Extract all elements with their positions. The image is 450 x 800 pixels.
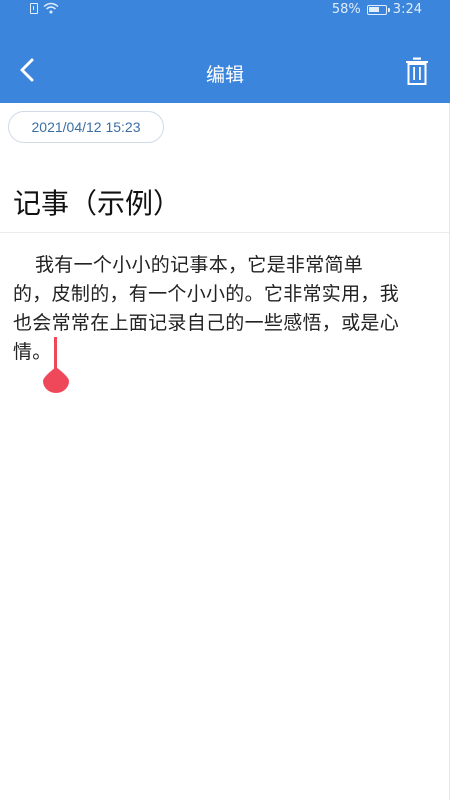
- battery-percent: 58%: [331, 2, 361, 17]
- status-left: [30, 2, 59, 14]
- note-body[interactable]: 我有一个小小的记事本，它是非常简单 的，皮制的，有一个小小的。它非常实用，我 也…: [13, 251, 443, 367]
- battery-charging-icon: [366, 5, 390, 15]
- date-chip[interactable]: 2021/04/12 15:23: [8, 111, 164, 143]
- body-line: 也会常常在上面记录自己的一些感悟，或是心: [13, 312, 400, 334]
- status-right: 58% 3:24: [332, 0, 422, 20]
- trash-icon: [406, 57, 428, 85]
- delete-button[interactable]: [404, 56, 430, 86]
- sim-card-alert-icon: [30, 2, 38, 14]
- divider: [0, 232, 450, 233]
- wifi-icon: [43, 2, 59, 14]
- body-line: 情。: [13, 341, 52, 363]
- app-bar: 编辑: [0, 40, 450, 104]
- cursor-drop-icon: [43, 367, 69, 393]
- page-title: 编辑: [205, 64, 244, 86]
- cursor-stem: [54, 337, 57, 371]
- text-cursor-handle[interactable]: [43, 337, 69, 397]
- note-edit-screen: 58% 3:24 编辑 2021/04/12 15:23 记事（示例） 我有一个…: [0, 0, 450, 800]
- status-bar: 58% 3:24: [0, 0, 450, 20]
- header: 58% 3:24 编辑: [0, 0, 450, 103]
- body-line: 的，皮制的，有一个小小的。它非常实用，我: [13, 283, 400, 305]
- clock: 3:24: [392, 2, 422, 17]
- note-title[interactable]: 记事（示例）: [13, 182, 181, 222]
- body-line: 我有一个小小的记事本，它是非常简单: [35, 254, 364, 276]
